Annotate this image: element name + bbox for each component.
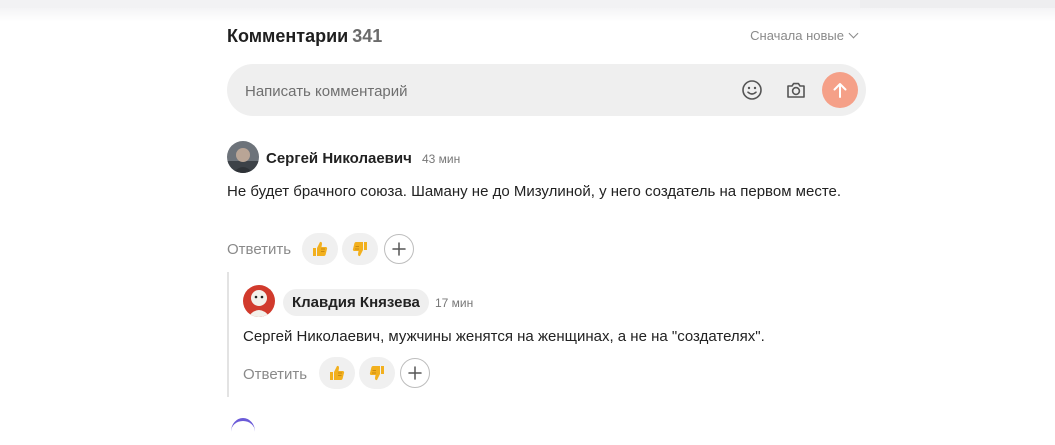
thumbs-up-icon [313,241,328,256]
chevron-down-icon [848,28,859,39]
sort-label: Сначала новые [750,28,844,43]
comment-time: 17 мин [435,296,474,310]
comments-title-text: Комментарии [227,26,349,46]
send-button[interactable] [822,72,858,108]
comments-count: 341 [352,26,383,46]
thumbs-down-icon [352,242,367,257]
plus-icon [408,366,422,380]
avatar[interactable] [231,418,255,445]
like-button[interactable] [319,357,355,389]
comment-input[interactable] [243,77,727,105]
comment-author[interactable]: Сергей Николаевич [266,150,412,167]
add-reaction-button[interactable] [384,234,414,264]
top-shadow [0,8,1055,22]
arrow-up-icon [833,83,847,98]
smile-icon[interactable] [740,78,764,102]
comments-title: Комментарии 341 [227,26,382,47]
thumbs-down-icon [369,366,384,381]
comment-text: Не будет брачного союза. Шаману не до Ми… [227,183,842,200]
thread-line [227,272,229,397]
dislike-button[interactable] [359,357,395,389]
reply-button[interactable]: Ответить [227,241,291,258]
comment-time: 43 мин [422,152,461,166]
like-button[interactable] [302,233,338,265]
sort-dropdown[interactable]: Сначала новые [750,28,859,43]
thumbs-up-icon [330,365,345,380]
plus-icon [392,242,406,256]
add-reaction-button[interactable] [400,358,430,388]
camera-icon[interactable] [784,78,808,102]
avatar[interactable] [243,285,275,317]
comments-header: Комментарии 341 Сначала новые [227,24,859,50]
dislike-button[interactable] [342,233,378,265]
avatar[interactable] [227,141,259,173]
reply-button[interactable]: Ответить [243,366,307,383]
top-strip [0,0,1055,8]
comment-text: Сергей Николаевич, мужчины женятся на же… [243,328,765,345]
comment-author[interactable]: Клавдия Князева [283,289,429,316]
comment-composer [227,64,866,116]
